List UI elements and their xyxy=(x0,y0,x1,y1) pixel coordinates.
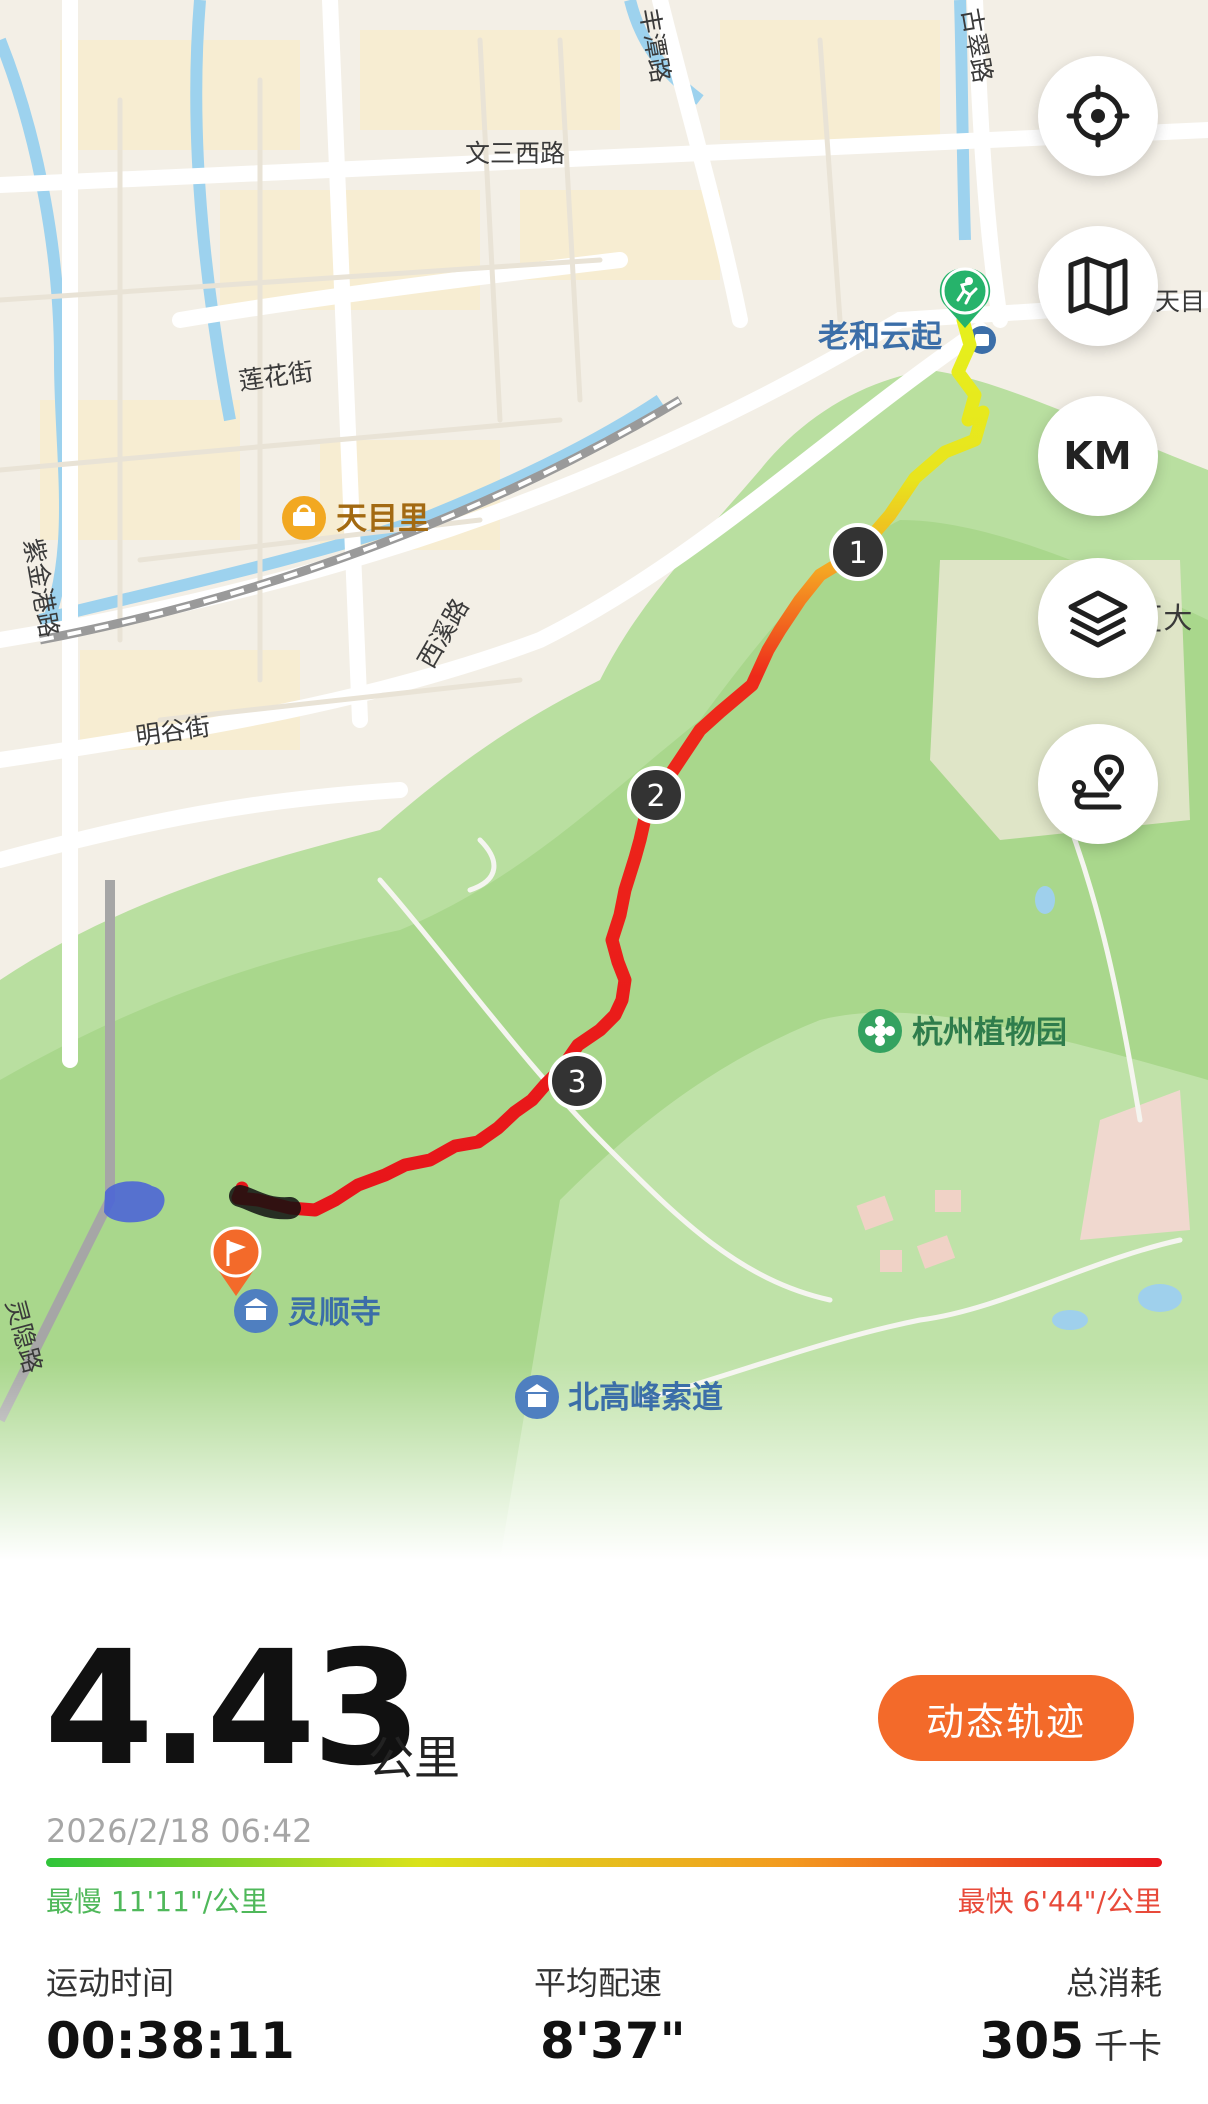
road-label-tianmu: 天目 xyxy=(1155,287,1205,316)
dynamic-track-button[interactable]: 动态轨迹 xyxy=(878,1675,1134,1761)
crosshair-icon xyxy=(1066,84,1130,148)
cableway-icon xyxy=(515,1375,559,1419)
pace-gradient-bar xyxy=(46,1858,1162,1867)
fastest-pace: 最快 6'44"/公里 xyxy=(957,1885,1162,1918)
layers-button[interactable] xyxy=(1038,558,1158,678)
poi-label-beigaofeng: 北高峰索道 xyxy=(568,1380,723,1416)
svg-text:3: 3 xyxy=(567,1065,586,1100)
avg-pace-label: 平均配速 xyxy=(534,1964,663,2002)
km-marker-1: 1 xyxy=(829,523,887,581)
calories-unit: 千卡 xyxy=(1094,2027,1162,2067)
poi-label-tianmuli: 天目里 xyxy=(336,501,429,537)
map-icon xyxy=(1068,256,1128,316)
layers-icon xyxy=(1068,590,1128,648)
mall-icon xyxy=(282,496,326,540)
duration-label: 运动时间 xyxy=(46,1964,175,2002)
user-location-icon xyxy=(104,1181,165,1223)
km-label: KM xyxy=(1063,434,1133,478)
calories-label: 总消耗 xyxy=(1065,1964,1162,2002)
avg-pace-value: 8'37" xyxy=(540,2012,686,2070)
poi-label-edge: [大 xyxy=(1152,601,1192,635)
route-options-button[interactable] xyxy=(1038,724,1158,844)
locate-button[interactable] xyxy=(1038,56,1158,176)
route-map[interactable]: 文三西路 丰潭路 古翠路 莲花街 紫金港路 西溪路 明谷街 灵隐路 天目 [大 … xyxy=(0,0,1208,1560)
distance-value: 4.43 xyxy=(44,1617,422,1801)
km-toggle-button[interactable]: KM xyxy=(1038,396,1158,516)
activity-datetime: 2026/2/18 06:42 xyxy=(46,1812,313,1850)
km-marker-3: 3 xyxy=(548,1052,606,1110)
map-type-button[interactable] xyxy=(1038,226,1158,346)
svg-text:2: 2 xyxy=(646,779,665,814)
distance-unit: 公里 xyxy=(368,1731,460,1785)
km-marker-2: 2 xyxy=(627,766,685,824)
route-pin-icon xyxy=(1072,754,1124,810)
poi-label-botanical: 杭州植物园 xyxy=(912,1015,1067,1051)
poi-label-lingshun: 灵顺寺 xyxy=(288,1295,381,1331)
poi-label-laohe: 老和云起 xyxy=(818,319,943,355)
slowest-pace: 最慢 11'11"/公里 xyxy=(46,1885,269,1918)
road-label-wensan: 文三西路 xyxy=(465,139,565,168)
calories-block: 305 千卡 xyxy=(980,2012,1162,2070)
calories-value: 305 xyxy=(979,2012,1084,2070)
duration-value: 00:38:11 xyxy=(46,2012,295,2070)
flower-icon xyxy=(858,1009,902,1053)
svg-text:1: 1 xyxy=(848,536,867,571)
temple-icon xyxy=(234,1289,278,1333)
